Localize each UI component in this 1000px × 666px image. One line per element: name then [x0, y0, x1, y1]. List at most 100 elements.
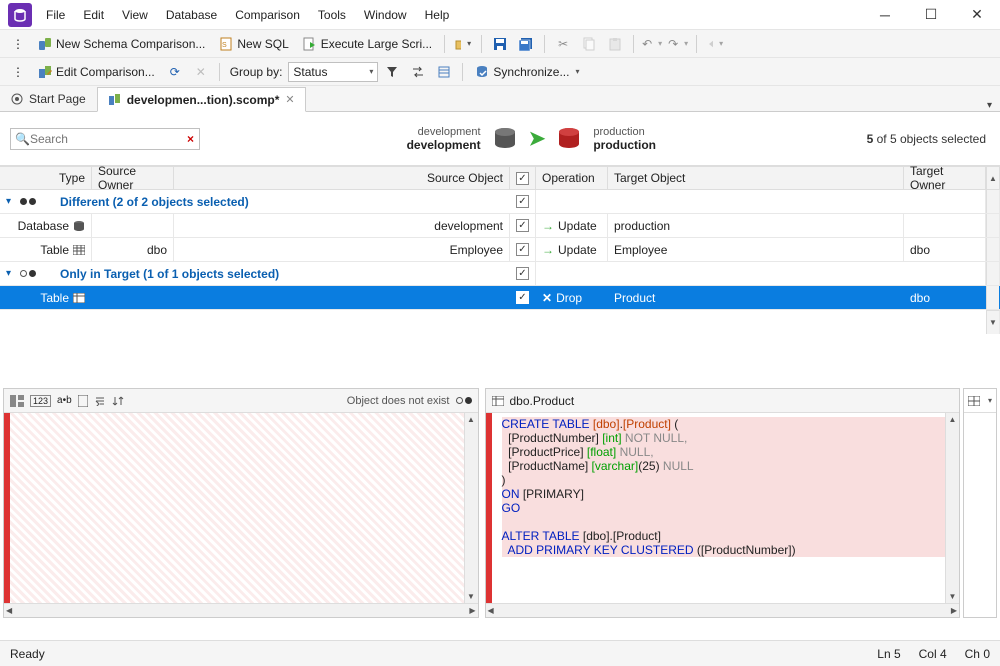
- grid-row-selected[interactable]: Table ✓ ✕Drop Product dbo: [0, 286, 1000, 310]
- undo-button[interactable]: ↶▾: [640, 33, 664, 55]
- filter-button[interactable]: [380, 61, 404, 83]
- save-all-button[interactable]: [514, 33, 538, 55]
- diff-indent-icon[interactable]: [94, 396, 106, 406]
- grid-row[interactable]: Table dbo Employee ✓ →Update Employee db…: [0, 238, 1000, 262]
- synchronize-button[interactable]: Synchronize...▾: [469, 61, 585, 83]
- group-checkbox[interactable]: ✓: [516, 195, 529, 208]
- diff-view-doc-icon[interactable]: [78, 395, 88, 407]
- cut-button[interactable]: ✂: [551, 33, 575, 55]
- diff-view-123-icon[interactable]: 123: [30, 395, 51, 407]
- minimize-button[interactable]: ─: [862, 0, 908, 30]
- chevron-down-icon[interactable]: ▾: [6, 268, 11, 279]
- toolbar-grip-icon: ⋮: [6, 61, 30, 83]
- edit-comparison-button[interactable]: Edit Comparison...: [32, 61, 161, 83]
- source-name: development: [407, 126, 481, 138]
- tab-comparison-document[interactable]: developmen...tion).scomp* ✕: [97, 87, 306, 112]
- row-checkbox[interactable]: ✓: [516, 243, 529, 256]
- col-type[interactable]: Type: [14, 167, 92, 189]
- menu-tools[interactable]: Tools: [310, 4, 354, 26]
- diff-sort-icon[interactable]: [112, 395, 124, 407]
- menu-database[interactable]: Database: [158, 4, 225, 26]
- close-button[interactable]: ✕: [954, 0, 1000, 30]
- menu-edit[interactable]: Edit: [75, 4, 112, 26]
- scroll-down-button[interactable]: ▼: [986, 310, 1000, 334]
- database-icon: [73, 220, 85, 232]
- row-checkbox[interactable]: ✓: [516, 291, 529, 304]
- scroll-up-button[interactable]: ▲: [986, 167, 1000, 189]
- navigate-back-button[interactable]: ▾: [703, 33, 727, 55]
- cancel-button[interactable]: ✕: [189, 61, 213, 83]
- main-toolbar: ⋮ New Schema Comparison... S New SQL Exe…: [0, 30, 1000, 58]
- drop-icon: ✕: [542, 291, 552, 305]
- menu-comparison[interactable]: Comparison: [227, 4, 308, 26]
- chevron-down-icon[interactable]: ▾: [988, 396, 992, 405]
- toolbar-grip-icon: ⋮: [6, 33, 30, 55]
- table-icon: [492, 396, 504, 406]
- col-operation[interactable]: Operation: [536, 167, 608, 189]
- redo-button[interactable]: ↷▾: [666, 33, 690, 55]
- menu-view[interactable]: View: [114, 4, 156, 26]
- target-db-icon: [555, 127, 583, 151]
- paste-button[interactable]: [603, 33, 627, 55]
- grid-row[interactable]: Database development ✓ →Update productio…: [0, 214, 1000, 238]
- execute-large-script-button[interactable]: Execute Large Scri...: [297, 33, 438, 55]
- status-col: Col 4: [919, 647, 947, 661]
- group-row-different[interactable]: ▾ Different (2 of 2 objects selected) ✓: [0, 190, 1000, 214]
- status-ready: Ready: [10, 647, 45, 661]
- save-button[interactable]: [488, 33, 512, 55]
- chevron-down-icon[interactable]: ▾: [6, 196, 11, 207]
- source-scrollbar-v[interactable]: ▲▼: [464, 413, 478, 603]
- target-sql-editor[interactable]: CREATE TABLE [dbo].[Product] ( [ProductN…: [486, 413, 960, 603]
- update-arrow-icon: →: [542, 219, 554, 233]
- grid-icon[interactable]: [968, 396, 980, 406]
- grid-options-button[interactable]: [432, 61, 456, 83]
- comparison-toolbar: ⋮ Edit Comparison... ⟳ ✕ Group by: Statu…: [0, 58, 1000, 86]
- search-icon: 🔍: [15, 132, 30, 146]
- target-label: production: [593, 138, 656, 152]
- refresh-button[interactable]: ⟳: [163, 61, 187, 83]
- copy-button[interactable]: [577, 33, 601, 55]
- group-by-select[interactable]: Status▾: [288, 62, 378, 82]
- menu-help[interactable]: Help: [417, 4, 458, 26]
- table-icon: [73, 245, 85, 255]
- swap-button[interactable]: [406, 61, 430, 83]
- group-by-label: Group by:: [226, 65, 287, 79]
- target-object-name: dbo.Product: [510, 394, 575, 408]
- col-source-object[interactable]: Source Object: [174, 167, 510, 189]
- clear-search-icon[interactable]: ×: [185, 132, 196, 146]
- source-scrollbar-h[interactable]: ◀▶: [4, 603, 478, 617]
- grid-body: ▾ Different (2 of 2 objects selected) ✓ …: [0, 190, 1000, 334]
- target-scrollbar-h[interactable]: ◀▶: [486, 603, 960, 617]
- tab-close-icon[interactable]: ✕: [285, 93, 294, 106]
- grid-empty-row: ▼: [0, 310, 1000, 334]
- menu-bar: File Edit View Database Comparison Tools…: [38, 4, 862, 26]
- comparison-header: 🔍 × development development ➤ production…: [0, 112, 1000, 166]
- update-arrow-icon: →: [542, 243, 554, 257]
- new-schema-comparison-button[interactable]: New Schema Comparison...: [32, 33, 211, 55]
- target-diff-pane: dbo.Product CREATE TABLE [dbo].[Product]…: [485, 388, 961, 618]
- col-target-object[interactable]: Target Object: [608, 167, 904, 189]
- maximize-button[interactable]: ☐: [908, 0, 954, 30]
- tabs-dropdown[interactable]: ▾: [979, 100, 1000, 111]
- target-scrollbar-v[interactable]: ▲▼: [945, 413, 959, 603]
- col-target-owner[interactable]: Target Owner: [904, 167, 986, 189]
- diff-overview-strip[interactable]: ▾: [963, 388, 997, 618]
- diff-view-ab-icon[interactable]: a•b: [57, 395, 72, 406]
- diff-area: 123 a•b Object does not exist ▲▼ ◀▶ dbo.…: [0, 388, 1000, 618]
- col-checkbox[interactable]: ✓: [510, 167, 536, 189]
- source-diff-pane: 123 a•b Object does not exist ▲▼ ◀▶: [3, 388, 479, 618]
- status-char: Ch 0: [965, 647, 990, 661]
- status-bar: Ready Ln 5 Col 4 Ch 0: [0, 640, 1000, 666]
- source-label: development: [407, 138, 481, 152]
- open-button[interactable]: ▾: [451, 33, 475, 55]
- new-sql-button[interactable]: S New SQL: [213, 33, 294, 55]
- col-source-owner[interactable]: Source Owner: [92, 167, 174, 189]
- group-checkbox[interactable]: ✓: [516, 267, 529, 280]
- search-input[interactable]: 🔍 ×: [10, 128, 200, 150]
- diff-view-122-icon[interactable]: [10, 395, 24, 407]
- menu-window[interactable]: Window: [356, 4, 415, 26]
- group-row-only-target[interactable]: ▾ Only in Target (1 of 1 objects selecte…: [0, 262, 1000, 286]
- row-checkbox[interactable]: ✓: [516, 219, 529, 232]
- tab-start-page[interactable]: Start Page: [0, 86, 97, 111]
- menu-file[interactable]: File: [38, 4, 73, 26]
